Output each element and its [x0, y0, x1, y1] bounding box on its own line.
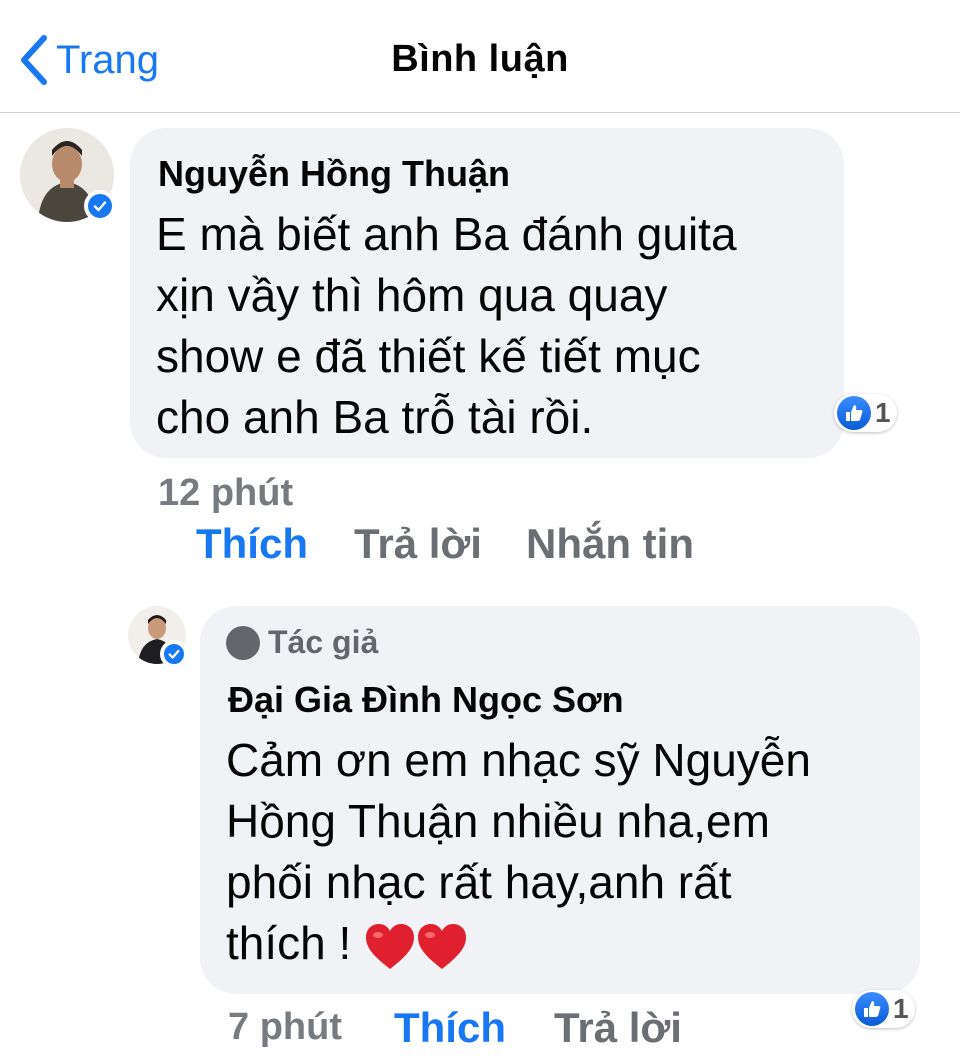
like-icon — [855, 992, 889, 1026]
comment-author[interactable]: Đại Gia Đình Ngọc Sơn — [228, 678, 624, 722]
red-heart-icon — [366, 923, 415, 969]
reaction-count: 1 — [893, 993, 909, 1024]
comment-line: thích ! — [226, 917, 352, 969]
comment-line: cho anh Ba trỗ tài rồi. — [156, 391, 594, 443]
like-icon — [837, 396, 871, 430]
like-button[interactable]: Thích — [196, 520, 308, 568]
author-badge: Tác giả — [226, 624, 378, 661]
comment-line: Hồng Thuận nhiều nha,em — [226, 795, 770, 847]
comment-line: show e đã thiết kế tiết mục — [156, 330, 701, 382]
comment-text: Cảm ơn em nhạc sỹ Nguyễn Hồng Thuận nhiề… — [226, 730, 811, 974]
reply-button[interactable]: Trả lời — [354, 520, 482, 568]
comment-text: E mà biết anh Ba đánh guita xịn vầy thì … — [156, 204, 737, 448]
page-title: Bình luận — [391, 38, 569, 80]
comment-line: xịn vầy thì hôm qua quay — [156, 269, 668, 321]
comment-timestamp: 7 phút — [228, 1006, 342, 1048]
comment-timestamp: 12 phút — [158, 472, 294, 514]
comment-line: E mà biết anh Ba đánh guita — [156, 208, 737, 260]
reply-button[interactable]: Trả lời — [554, 1004, 682, 1052]
author-icon — [226, 625, 260, 660]
comment-line-with-emoji: thích ! — [226, 913, 811, 974]
message-button[interactable]: Nhắn tin — [526, 520, 694, 568]
author-badge-label: Tác giả — [268, 624, 379, 660]
navigation-bar: Trang Bình luận — [0, 0, 960, 113]
verified-badge-icon — [84, 190, 116, 222]
comment-line: phối nhạc rất hay,anh rất — [226, 856, 732, 908]
comment-author[interactable]: Nguyễn Hồng Thuận — [158, 152, 510, 196]
reaction-count: 1 — [875, 397, 891, 428]
reaction-summary[interactable]: 1 — [834, 394, 897, 432]
red-heart-icon — [418, 923, 467, 969]
reaction-summary[interactable]: 1 — [852, 990, 915, 1028]
verified-badge-icon — [160, 640, 188, 668]
comment-line: Cảm ơn em nhạc sỹ Nguyễn — [226, 734, 811, 786]
like-button[interactable]: Thích — [394, 1004, 506, 1052]
